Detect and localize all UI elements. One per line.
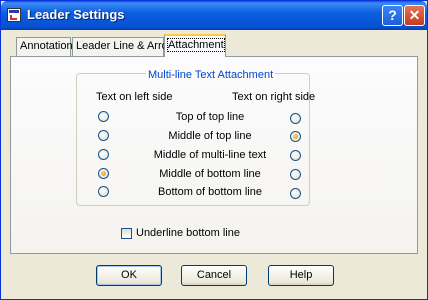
tab-attachment[interactable]: Attachment bbox=[164, 34, 226, 57]
right-radio-bottom-of-bottom-line[interactable] bbox=[290, 188, 301, 199]
title-bar[interactable]: Leader Settings ? ✕ bbox=[1, 1, 427, 30]
left-radio-bottom-of-bottom-line[interactable] bbox=[98, 186, 109, 197]
option-label-middle-of-bottom-line: Middle of bottom line bbox=[159, 168, 261, 180]
close-button[interactable]: ✕ bbox=[404, 5, 425, 26]
option-label-middle-of-top-line: Middle of top line bbox=[168, 130, 252, 142]
left-radio-top-of-top-line[interactable] bbox=[98, 111, 109, 122]
tab-attachment-label: Attachment bbox=[167, 38, 225, 52]
help-button[interactable]: Help bbox=[268, 265, 334, 286]
tab-annotation[interactable]: Annotation bbox=[16, 37, 73, 56]
right-radio-middle-of-top-line[interactable] bbox=[290, 131, 301, 142]
tab-annotation-label: Annotation bbox=[20, 40, 73, 52]
app-icon bbox=[7, 8, 21, 22]
option-label-middle-of-multi-line-text: Middle of multi-line text bbox=[153, 149, 267, 161]
underline-bottom-line-checkbox[interactable] bbox=[121, 228, 132, 239]
tab-leader-line-arrow[interactable]: Leader Line & Arrow bbox=[72, 37, 176, 56]
cancel-button[interactable]: Cancel bbox=[181, 265, 247, 286]
left-side-header: Text on left side bbox=[96, 91, 173, 103]
option-label-top-of-top-line: Top of top line bbox=[175, 111, 245, 123]
right-radio-middle-of-multi-line-text[interactable] bbox=[290, 150, 301, 161]
window-title: Leader Settings bbox=[27, 7, 125, 22]
groupbox-title: Multi-line Text Attachment bbox=[146, 69, 276, 81]
right-side-header: Text on right side bbox=[232, 91, 316, 103]
right-radio-top-of-top-line[interactable] bbox=[290, 113, 301, 124]
option-label-bottom-of-bottom-line: Bottom of bottom line bbox=[158, 186, 262, 198]
ok-button[interactable]: OK bbox=[96, 265, 162, 286]
tab-leader-line-arrow-label: Leader Line & Arrow bbox=[76, 40, 176, 52]
left-radio-middle-of-multi-line-text[interactable] bbox=[98, 149, 109, 160]
left-radio-middle-of-bottom-line[interactable] bbox=[98, 168, 109, 179]
right-radio-middle-of-bottom-line[interactable] bbox=[290, 169, 301, 180]
title-help-button[interactable]: ? bbox=[382, 5, 403, 26]
underline-bottom-line-label[interactable]: Underline bottom line bbox=[136, 227, 240, 239]
left-radio-middle-of-top-line[interactable] bbox=[98, 130, 109, 141]
